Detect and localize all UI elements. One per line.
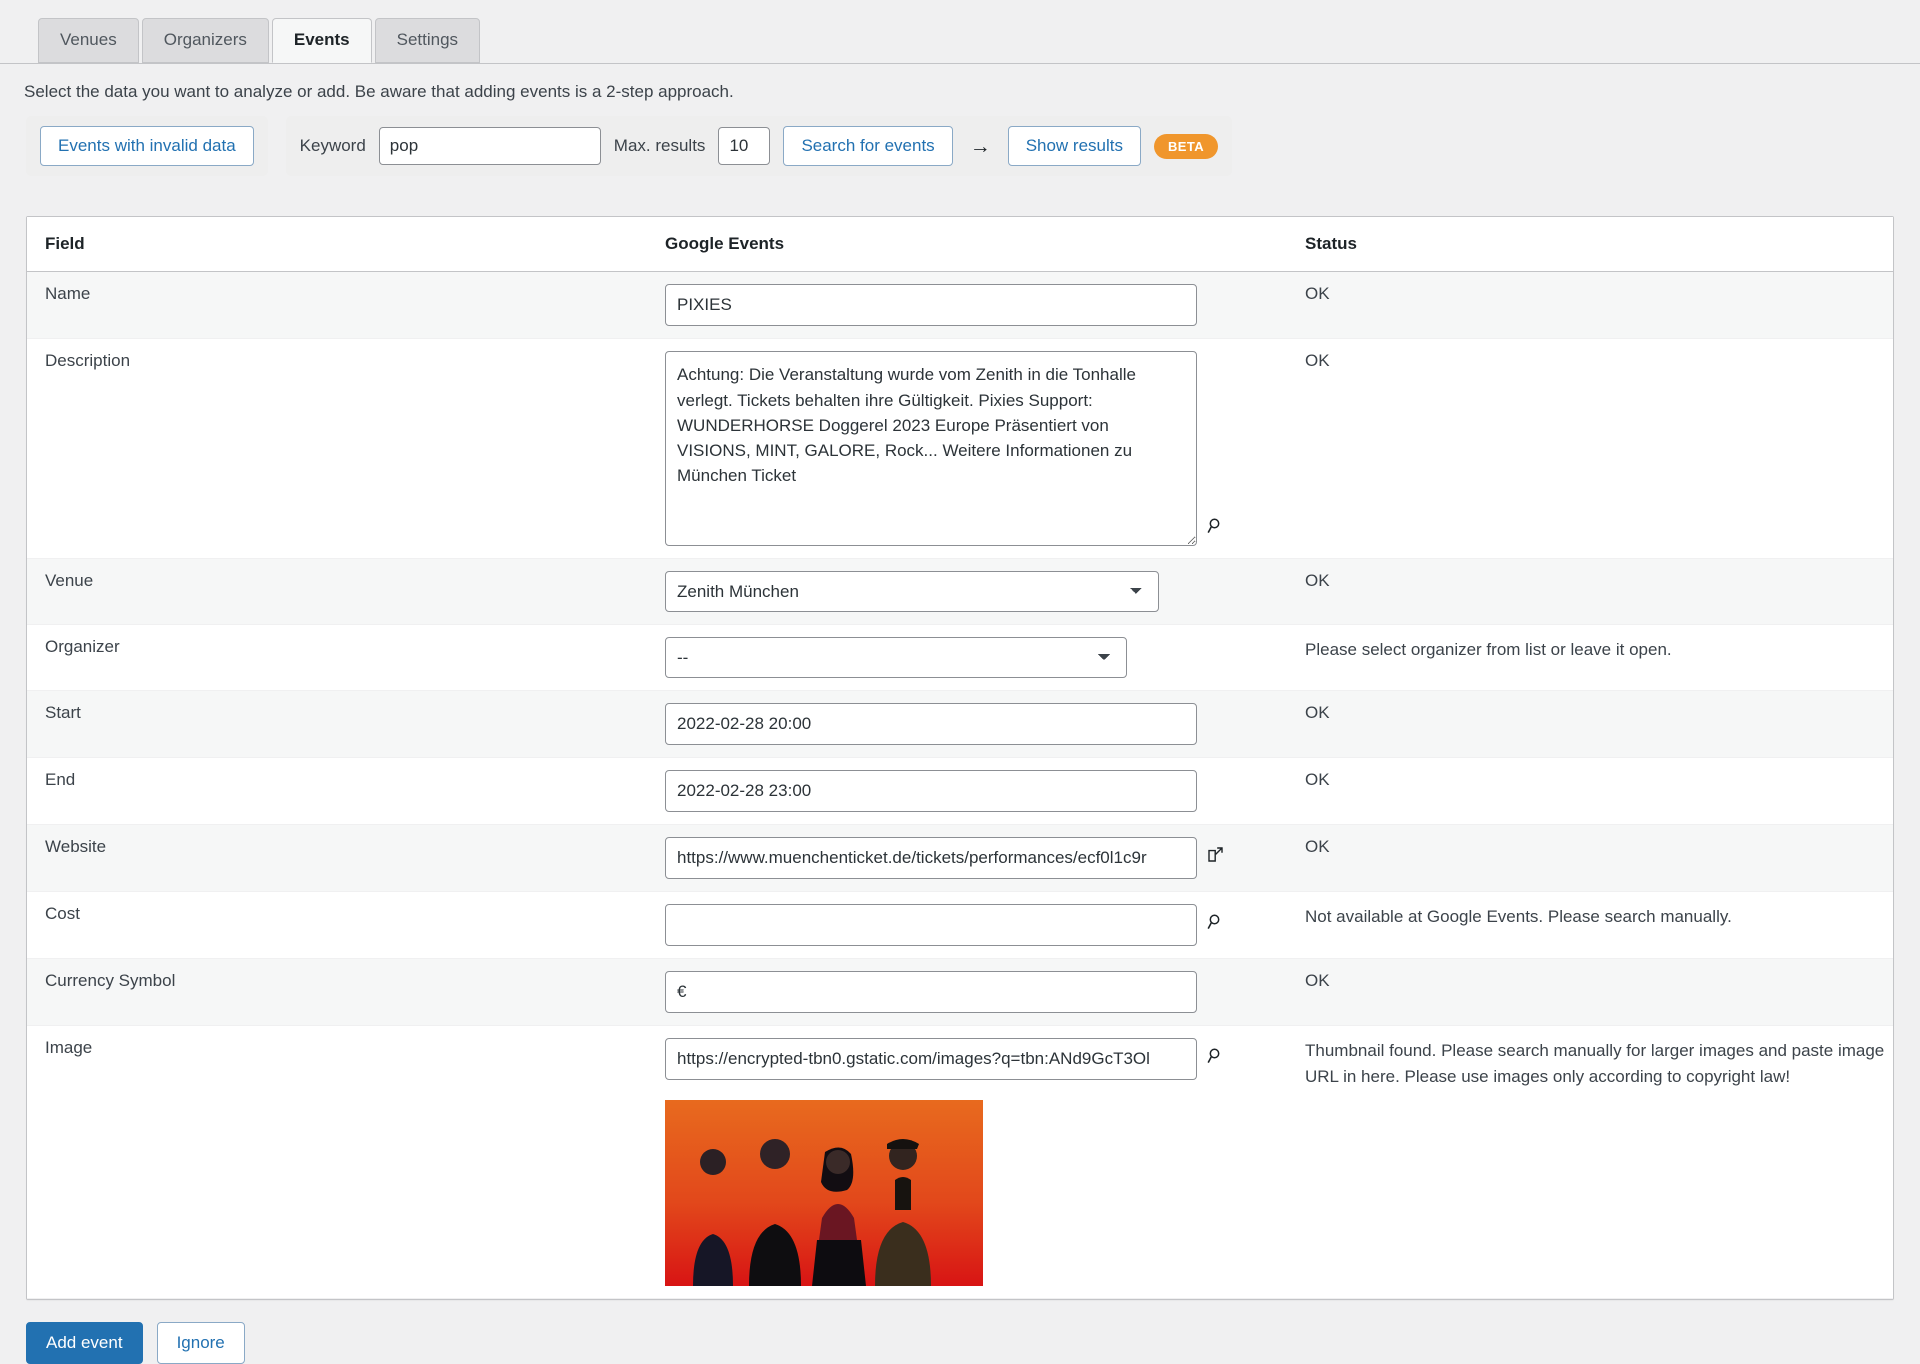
row-status-end: OK (1287, 758, 1893, 825)
row-label-organizer: Organizer (27, 625, 647, 691)
search-icon[interactable] (1207, 913, 1225, 931)
table-row: Description Achtung: Die Veranstaltung w… (27, 339, 1893, 559)
search-group: Keyword Max. results Search for events →… (286, 116, 1232, 176)
controls-bar: Events with invalid data Keyword Max. re… (0, 102, 1920, 176)
row-value-website (647, 825, 1287, 892)
row-label-name: Name (27, 272, 647, 339)
row-label-end: End (27, 758, 647, 825)
row-value-end (647, 758, 1287, 825)
search-for-events-button[interactable]: Search for events (783, 126, 952, 166)
row-status-name: OK (1287, 272, 1893, 339)
image-url-input[interactable] (665, 1038, 1197, 1080)
tab-organizers[interactable]: Organizers (142, 18, 269, 63)
row-status-venue: OK (1287, 559, 1893, 625)
row-value-start (647, 691, 1287, 758)
row-value-image (647, 1026, 1287, 1299)
image-thumbnail-preview (665, 1100, 983, 1286)
row-value-organizer: -- (647, 625, 1287, 691)
table-row: Start OK (27, 691, 1893, 758)
intro-text: Select the data you want to analyze or a… (0, 64, 1920, 102)
row-status-description: OK (1287, 339, 1893, 559)
name-input[interactable] (665, 284, 1197, 326)
row-status-organizer: Please select organizer from list or lea… (1287, 625, 1893, 691)
header-google-events: Google Events (647, 217, 1287, 272)
show-results-button[interactable]: Show results (1008, 126, 1141, 166)
row-label-cost: Cost (27, 892, 647, 959)
row-label-currency-symbol: Currency Symbol (27, 959, 647, 1026)
table-row: Image (27, 1026, 1893, 1299)
fields-table: Field Google Events Status Name OK Descr… (27, 217, 1893, 1299)
keyword-label: Keyword (300, 136, 366, 156)
keyword-input[interactable] (379, 127, 601, 165)
max-results-label: Max. results (614, 136, 706, 156)
table-header-row: Field Google Events Status (27, 217, 1893, 272)
tab-venues[interactable]: Venues (38, 18, 139, 63)
table-row: Name OK (27, 272, 1893, 339)
row-status-cost: Not available at Google Events. Please s… (1287, 892, 1893, 959)
website-input[interactable] (665, 837, 1197, 879)
row-status-image: Thumbnail found. Please search manually … (1287, 1026, 1893, 1299)
currency-symbol-input[interactable] (665, 971, 1197, 1013)
beta-badge: BETA (1154, 134, 1218, 159)
table-row: Website OK (27, 825, 1893, 892)
arrow-right-icon: → (966, 136, 995, 157)
row-value-description: Achtung: Die Veranstaltung wurde vom Zen… (647, 339, 1287, 559)
cost-input[interactable] (665, 904, 1197, 946)
table-row: Cost Not available at Google Events. Ple… (27, 892, 1893, 959)
events-with-invalid-data-button[interactable]: Events with invalid data (40, 126, 254, 166)
external-link-icon[interactable] (1207, 846, 1224, 863)
header-status: Status (1287, 217, 1893, 272)
add-event-button[interactable]: Add event (26, 1322, 143, 1364)
header-field: Field (27, 217, 647, 272)
row-label-description: Description (27, 339, 647, 559)
organizer-select[interactable]: -- (665, 637, 1127, 678)
tab-events[interactable]: Events (272, 18, 372, 63)
row-status-website: OK (1287, 825, 1893, 892)
description-textarea[interactable]: Achtung: Die Veranstaltung wurde vom Zen… (665, 351, 1197, 546)
venue-select[interactable]: Zenith München (665, 571, 1159, 612)
row-status-currency-symbol: OK (1287, 959, 1893, 1026)
start-input[interactable] (665, 703, 1197, 745)
row-label-venue: Venue (27, 559, 647, 625)
results-card: Field Google Events Status Name OK Descr… (26, 216, 1894, 1300)
table-row: Venue Zenith München OK (27, 559, 1893, 625)
tab-settings[interactable]: Settings (375, 18, 480, 63)
table-row: Organizer -- Please select organizer fro… (27, 625, 1893, 691)
row-value-name (647, 272, 1287, 339)
row-value-currency-symbol (647, 959, 1287, 1026)
end-input[interactable] (665, 770, 1197, 812)
row-value-venue: Zenith München (647, 559, 1287, 625)
invalid-data-group: Events with invalid data (26, 116, 268, 176)
search-icon[interactable] (1207, 1047, 1225, 1065)
table-row: Currency Symbol OK (27, 959, 1893, 1026)
row-value-cost (647, 892, 1287, 959)
row-label-image: Image (27, 1026, 647, 1299)
footer-actions: Add event Ignore (0, 1300, 1920, 1364)
table-row: End OK (27, 758, 1893, 825)
ignore-button[interactable]: Ignore (157, 1322, 245, 1364)
search-icon[interactable] (1207, 517, 1225, 535)
row-label-website: Website (27, 825, 647, 892)
max-results-input[interactable] (718, 127, 770, 165)
tab-bar: VenuesOrganizersEventsSettings (0, 0, 1920, 64)
row-status-start: OK (1287, 691, 1893, 758)
row-label-start: Start (27, 691, 647, 758)
